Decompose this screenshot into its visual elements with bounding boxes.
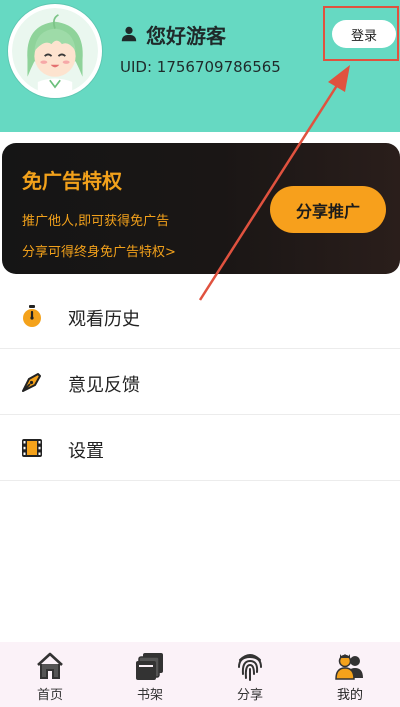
promo-title: 免广告特权 <box>22 169 122 193</box>
stopwatch-icon <box>20 304 44 328</box>
film-icon <box>20 436 44 460</box>
fingerprint-icon <box>234 650 266 682</box>
login-button[interactable]: 登录 <box>332 20 396 48</box>
user-uid: UID: 1756709786565 <box>120 58 281 76</box>
promo-description: 推广他人,即可获得免广告 <box>22 214 170 229</box>
menu-item-settings[interactable]: 设置 <box>0 415 400 481</box>
greeting-text: 您好游客 <box>146 23 226 48</box>
tab-mine[interactable]: 我的 <box>300 642 400 707</box>
books-icon <box>134 650 166 682</box>
menu-item-watch-history[interactable]: 观看历史 <box>0 283 400 349</box>
ad-free-promo-card: 免广告特权 推广他人,即可获得免广告 分享可得终身免广告特权> 分享推广 <box>2 143 400 274</box>
tab-label: 书架 <box>136 688 163 703</box>
menu-item-label: 观看历史 <box>68 309 140 330</box>
share-promote-button[interactable]: 分享推广 <box>270 186 386 233</box>
profile-header: 您好游客 UID: 1756709786565 登录 <box>0 0 400 132</box>
menu-list: 观看历史 意见反馈 设置 <box>0 283 400 481</box>
bottom-tab-bar: 首页 书架 分享 我的 <box>0 642 400 707</box>
menu-item-label: 意见反馈 <box>68 375 140 396</box>
tab-label: 首页 <box>36 688 63 703</box>
avatar[interactable] <box>8 4 102 98</box>
tab-label: 我的 <box>336 688 363 703</box>
home-icon <box>34 650 66 682</box>
pen-nib-icon <box>20 370 44 394</box>
user-icon <box>120 25 138 43</box>
promo-lifetime-link[interactable]: 分享可得终身免广告特权> <box>22 241 176 260</box>
users-icon <box>334 650 366 682</box>
tab-bookshelf[interactable]: 书架 <box>100 642 200 707</box>
tab-share[interactable]: 分享 <box>200 642 300 707</box>
menu-item-feedback[interactable]: 意见反馈 <box>0 349 400 415</box>
menu-item-label: 设置 <box>68 441 104 462</box>
greeting-row: 您好游客 <box>120 20 226 48</box>
tab-home[interactable]: 首页 <box>0 642 100 707</box>
tab-label: 分享 <box>236 688 263 703</box>
avatar-image <box>12 8 98 94</box>
